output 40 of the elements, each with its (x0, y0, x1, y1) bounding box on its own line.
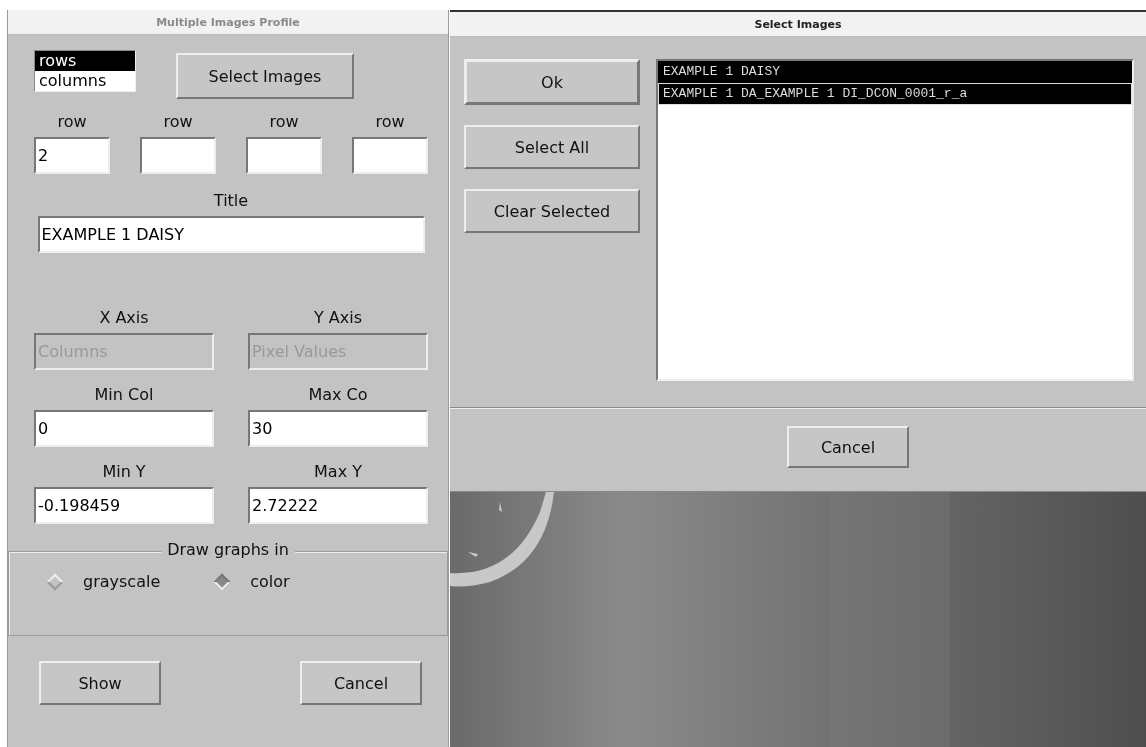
input-field[interactable] (352, 137, 428, 174)
window-title: Select Images (754, 17, 842, 31)
window-title: Multiple Images Profile (156, 15, 300, 29)
dialog-button[interactable]: Show (39, 661, 161, 705)
list-item[interactable]: rows (35, 51, 135, 71)
input-field[interactable] (140, 137, 216, 174)
field-label: row (375, 111, 405, 133)
image-list[interactable]: EXAMPLE 1 DAISY EXAMPLE 1 DA_EXAMPLE 1 DI_DCON_0001_r_a (656, 59, 1134, 381)
radio-option[interactable]: color (216, 572, 290, 591)
dialog-button[interactable]: Select All (464, 125, 640, 169)
field-label: row (269, 111, 299, 133)
select-images-button[interactable]: Select Images (176, 53, 354, 99)
input-field[interactable]: 2.72222 (248, 487, 428, 524)
dialog-button[interactable]: Ok (464, 59, 640, 105)
field-label: row (163, 111, 193, 133)
field-label: row (57, 111, 87, 133)
field-label: Min Col (94, 384, 154, 406)
dialog-button[interactable]: Cancel (300, 661, 422, 705)
list-item[interactable]: EXAMPLE 1 DAISY (658, 61, 1132, 83)
group-label: Draw graphs in (161, 540, 295, 559)
field-label: Max Y (314, 461, 362, 483)
field-label: Max Co (308, 384, 368, 406)
input-field[interactable]: 0 (34, 410, 214, 447)
field-label: Y Axis (313, 307, 363, 329)
input-field[interactable] (246, 137, 322, 174)
field-label: Min Y (102, 461, 146, 483)
field-label: Title (213, 190, 249, 212)
input-field[interactable]: EXAMPLE 1 DAISY (37, 216, 425, 253)
input-field[interactable]: 30 (248, 410, 428, 447)
input-field[interactable]: 2 (34, 137, 110, 174)
field-label: X Axis (99, 307, 149, 329)
radio-label: grayscale (83, 572, 161, 591)
orientation-list[interactable]: rows columns (34, 50, 136, 92)
radio-label: color (250, 572, 290, 591)
list-item[interactable]: columns (35, 71, 135, 91)
radio-option[interactable]: grayscale (49, 572, 161, 591)
list-item[interactable]: EXAMPLE 1 DA_EXAMPLE 1 DI_DCON_0001_r_a (658, 83, 1132, 105)
cancel-button[interactable]: Cancel (787, 426, 909, 468)
dialog-button[interactable]: Clear Selected (464, 189, 640, 233)
input-field[interactable]: -0.198459 (34, 487, 214, 524)
